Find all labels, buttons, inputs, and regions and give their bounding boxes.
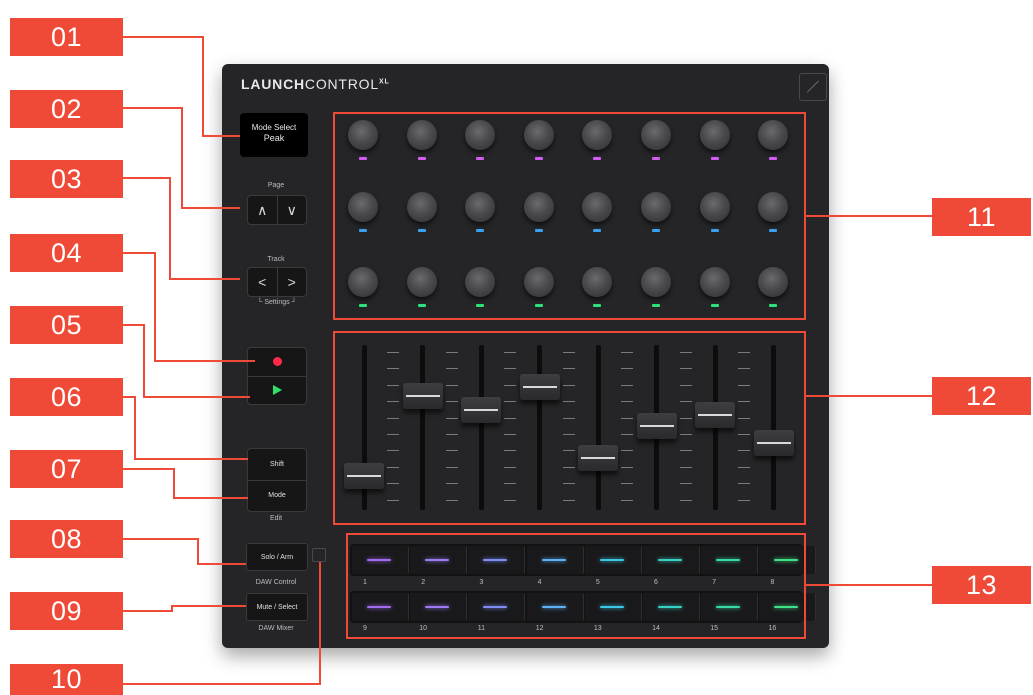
- page-up-button[interactable]: ∧: [248, 196, 277, 224]
- callout-06: 06: [10, 378, 123, 416]
- daw-control-label: DAW Control: [255, 579, 297, 586]
- launch-control-logo: LAUNCHCONTROLXL: [241, 76, 390, 92]
- shift-button[interactable]: Shift: [248, 449, 306, 480]
- track-right-button[interactable]: >: [276, 268, 307, 296]
- track-buttons: < >: [247, 267, 307, 297]
- callout-08: 08: [10, 520, 123, 558]
- record-icon: [272, 357, 282, 367]
- solo-arm-button[interactable]: Solo / Arm: [246, 543, 308, 571]
- callout-09: 09: [10, 592, 123, 630]
- play-button[interactable]: [248, 375, 306, 405]
- play-icon: [272, 385, 282, 396]
- record-button[interactable]: [248, 348, 306, 376]
- transport-buttons: [247, 347, 307, 405]
- callout-01: 01: [10, 18, 123, 56]
- callout-07: 07: [10, 450, 123, 488]
- mode-button[interactable]: Mode: [248, 479, 306, 512]
- callout-03: 03: [10, 160, 123, 198]
- edit-label: Edit: [269, 515, 283, 522]
- page-label: Page: [267, 182, 285, 189]
- mode-select-screen: Mode Select Peak: [240, 113, 308, 157]
- mute-select-button[interactable]: Mute / Select: [246, 593, 308, 621]
- daw-toggle-button[interactable]: [312, 548, 326, 562]
- corner-logo-mark: [799, 73, 827, 101]
- page-buttons: ∧ ∨: [247, 195, 307, 225]
- screen-label: Mode Select: [251, 123, 297, 132]
- track-left-button[interactable]: <: [248, 268, 277, 296]
- shift-mode-buttons: Shift Mode: [247, 448, 307, 512]
- knobs-highlight-frame: [333, 112, 806, 320]
- page-down-button[interactable]: ∨: [276, 196, 307, 224]
- callout-10: 10: [10, 664, 123, 695]
- track-label: Track: [267, 256, 285, 263]
- settings-label: └ Settings ┘: [257, 299, 297, 306]
- callout-12: 12: [932, 377, 1031, 415]
- callout-05: 05: [10, 306, 123, 344]
- pads-highlight-frame: [346, 533, 806, 639]
- screen-value: Peak: [263, 133, 285, 143]
- callout-13: 13: [932, 566, 1031, 604]
- daw-mixer-label: DAW Mixer: [258, 625, 294, 632]
- callout-11: 11: [932, 198, 1031, 236]
- faders-highlight-frame: [333, 331, 806, 525]
- callout-02: 02: [10, 90, 123, 128]
- callout-04: 04: [10, 234, 123, 272]
